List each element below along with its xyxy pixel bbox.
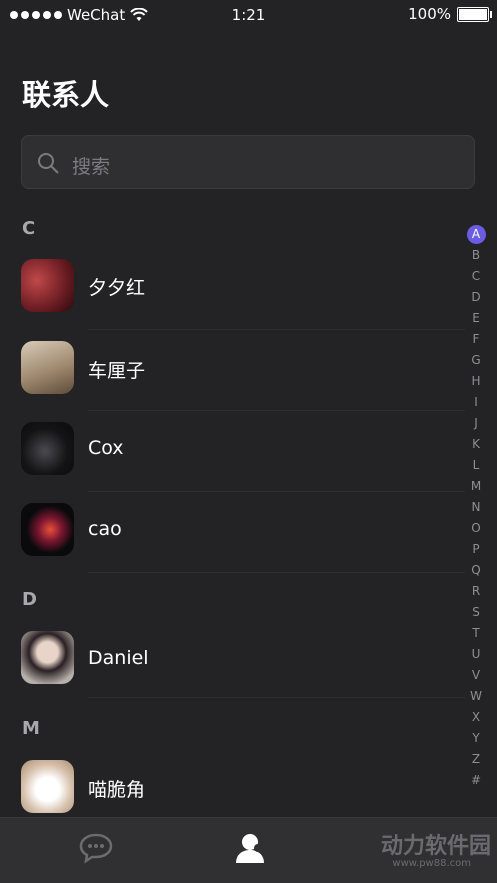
search-input[interactable]: 搜索 (21, 135, 475, 189)
index-letter[interactable]: D (465, 287, 487, 308)
index-letter[interactable]: B (465, 245, 487, 266)
contact-name: Cox (88, 437, 124, 459)
contact-name: cao (88, 518, 122, 540)
contact-row[interactable]: 夕夕红 (0, 245, 465, 330)
index-letter[interactable]: F (465, 329, 487, 350)
avatar (21, 503, 74, 556)
contact-name: Daniel (88, 647, 149, 669)
status-bar: WeChat 1:21 100% (0, 0, 497, 28)
index-letter[interactable]: I (465, 392, 487, 413)
avatar (21, 341, 74, 394)
section-header-c: C (22, 218, 36, 239)
section-header-d: D (22, 589, 37, 610)
contact-row[interactable]: 车厘子 (0, 328, 465, 411)
divider (88, 572, 465, 573)
index-letter[interactable]: O (465, 518, 487, 539)
avatar (21, 760, 74, 813)
contact-row[interactable]: 喵脆角 (0, 746, 465, 826)
index-letter[interactable]: R (465, 581, 487, 602)
contact-name: 喵脆角 (88, 779, 146, 801)
index-letter[interactable]: P (465, 539, 487, 560)
avatar (21, 422, 74, 475)
alphabet-index[interactable]: A B C D E F G H I J K L M N O P Q R S T U V W X Y Z # (465, 224, 487, 791)
index-letter[interactable]: K (465, 434, 487, 455)
section-header-m: M (22, 718, 40, 739)
index-letter[interactable]: H (465, 371, 487, 392)
status-right: 100% (408, 5, 492, 23)
avatar (21, 631, 74, 684)
contact-name: 夕夕红 (88, 277, 146, 299)
battery-percent: 100% (408, 5, 451, 23)
index-letter[interactable]: M (465, 476, 487, 497)
watermark: 动力软件园 (380, 834, 491, 859)
index-letter[interactable]: L (465, 455, 487, 476)
contact-row[interactable]: Cox (0, 409, 465, 492)
contact-row[interactable]: cao (0, 490, 465, 573)
index-letter[interactable]: Z (465, 749, 487, 770)
index-letter[interactable]: Y (465, 728, 487, 749)
index-letter[interactable]: G (465, 350, 487, 371)
chat-bubble-icon[interactable] (78, 832, 114, 864)
contact-row[interactable]: Daniel (0, 617, 465, 698)
contacts-icon[interactable] (233, 830, 269, 866)
index-letter[interactable]: Q (465, 560, 487, 581)
contact-name: 车厘子 (88, 360, 146, 382)
index-letter[interactable]: # (465, 770, 487, 791)
index-letter[interactable]: S (465, 602, 487, 623)
search-placeholder: 搜索 (72, 156, 111, 178)
index-letter[interactable]: C (465, 266, 487, 287)
index-letter[interactable]: E (465, 308, 487, 329)
watermark-url: www.pw88.com (392, 858, 471, 869)
index-letter[interactable]: W (465, 686, 487, 707)
index-letter[interactable]: V (465, 665, 487, 686)
divider (88, 697, 465, 698)
battery-icon (457, 6, 492, 22)
index-letter[interactable]: T (465, 623, 487, 644)
index-letter[interactable]: A (466, 225, 486, 244)
search-icon (38, 153, 59, 174)
avatar (21, 259, 74, 312)
index-letter[interactable]: N (465, 497, 487, 518)
page-title: 联系人 (22, 78, 110, 112)
index-letter[interactable]: X (465, 707, 487, 728)
index-letter[interactable]: U (465, 644, 487, 665)
index-letter[interactable]: J (465, 413, 487, 434)
